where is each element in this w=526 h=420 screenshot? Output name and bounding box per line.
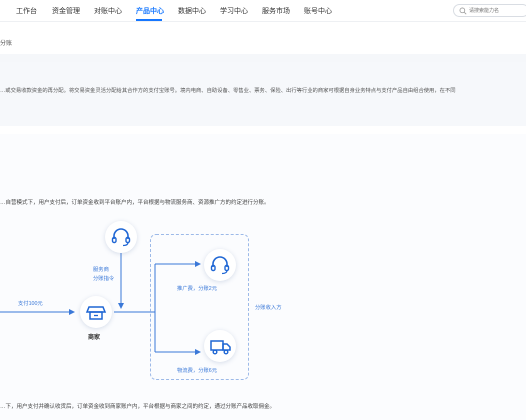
pay-amount-label: 支付100元	[18, 301, 43, 307]
truck-icon	[210, 340, 231, 355]
promoter-fee-label: 推广费，分账2元	[177, 286, 218, 292]
headset-icon	[210, 256, 230, 275]
split-flow-diagram	[0, 253, 201, 355]
merchant-label: 商家	[88, 335, 101, 341]
receiver-label: 分账收入方	[255, 305, 282, 311]
service-provider-label: 服务商	[93, 267, 109, 273]
scenario-description-2: …下，用户支付并确认收货后，订单资金收到商家账户内，平台根据与商家之间的约定，通…	[0, 404, 276, 410]
headset-icon	[111, 228, 131, 247]
merchant-node	[80, 296, 112, 328]
logistics-node	[204, 330, 236, 362]
store-icon	[85, 306, 107, 320]
promoter-node	[204, 249, 236, 281]
service-provider-node	[105, 221, 137, 253]
split-instruction-label: 分账指令	[93, 276, 115, 282]
logistics-fee-label: 物流费，分账6元	[177, 368, 218, 374]
